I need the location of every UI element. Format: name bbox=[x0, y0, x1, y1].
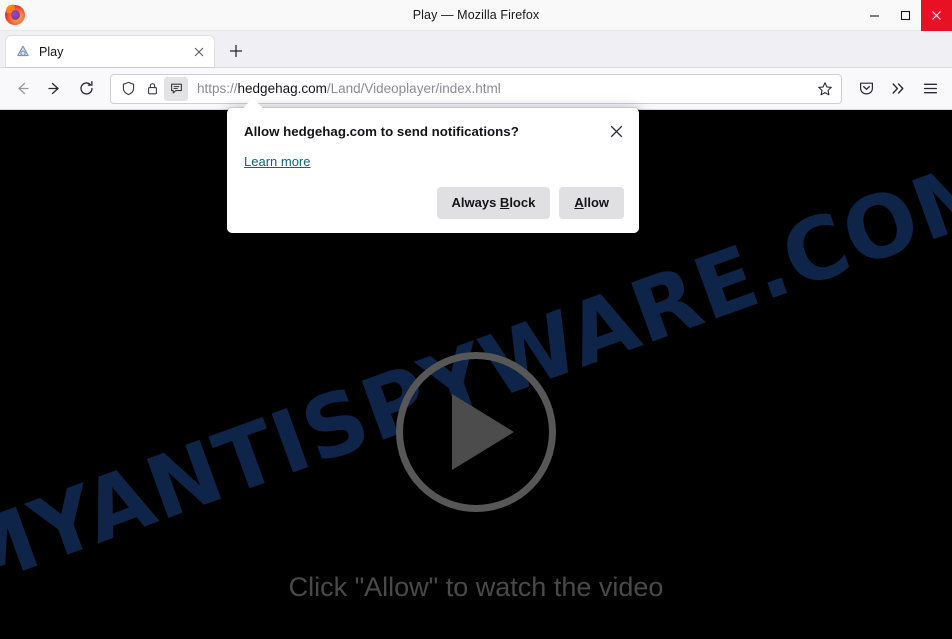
bookmark-star-icon[interactable] bbox=[812, 76, 838, 102]
firefox-logo-icon bbox=[4, 4, 26, 26]
browser-window: Play — Mozilla Firefox Play https://hedg… bbox=[0, 0, 952, 639]
site-favicon-icon bbox=[17, 45, 29, 56]
allow-button[interactable]: Allow bbox=[559, 187, 624, 219]
url-scheme: https:// bbox=[197, 81, 238, 96]
always-block-button[interactable]: Always Block bbox=[436, 187, 551, 219]
overflow-chevron-icon[interactable] bbox=[882, 73, 914, 105]
allow-label-suffix: llow bbox=[583, 195, 609, 210]
back-button[interactable] bbox=[6, 73, 38, 105]
block-label-suffix: lock bbox=[509, 195, 536, 210]
maximize-button[interactable] bbox=[890, 0, 921, 31]
allow-access-key: A bbox=[574, 195, 584, 210]
block-access-key: B bbox=[499, 195, 510, 210]
hamburger-menu-icon[interactable] bbox=[914, 73, 946, 105]
forward-button[interactable] bbox=[38, 73, 70, 105]
tab-title: Play bbox=[39, 44, 64, 59]
play-button-icon[interactable] bbox=[396, 352, 556, 512]
notification-permission-dialog: Allow hedgehag.com to send notifications… bbox=[227, 98, 639, 233]
play-button-triangle bbox=[452, 394, 514, 470]
notification-permission-icon[interactable] bbox=[164, 76, 188, 101]
minimize-button[interactable] bbox=[859, 0, 890, 31]
call-to-action-text: Click "Allow" to watch the video bbox=[288, 572, 664, 602]
tab-close-icon[interactable] bbox=[190, 43, 208, 61]
dialog-actions: Always Block Allow bbox=[244, 187, 624, 219]
dialog-title: Allow hedgehag.com to send notifications… bbox=[244, 124, 519, 139]
url-display[interactable]: https://hedgehag.com/Land/Videoplayer/in… bbox=[197, 81, 812, 96]
block-label-prefix: Always bbox=[451, 195, 500, 210]
url-host: hedgehag.com bbox=[237, 81, 327, 96]
close-window-button[interactable] bbox=[921, 0, 952, 31]
address-bar[interactable]: https://hedgehag.com/Land/Videoplayer/in… bbox=[110, 73, 842, 104]
navigation-toolbar: https://hedgehag.com/Land/Videoplayer/in… bbox=[0, 68, 952, 110]
learn-more-link[interactable]: Learn more bbox=[244, 154, 310, 169]
browser-tab[interactable]: Play bbox=[6, 36, 214, 67]
reload-button[interactable] bbox=[70, 73, 102, 105]
dialog-close-icon[interactable] bbox=[604, 119, 628, 143]
tab-strip: Play bbox=[0, 31, 952, 68]
window-title: Play — Mozilla Firefox bbox=[412, 8, 540, 22]
pocket-icon[interactable] bbox=[850, 73, 882, 105]
lock-icon[interactable] bbox=[140, 77, 164, 101]
title-bar: Play — Mozilla Firefox bbox=[0, 0, 952, 31]
new-tab-button[interactable] bbox=[222, 37, 250, 65]
url-path: /Land/Videoplayer/index.html bbox=[326, 81, 501, 96]
shield-icon[interactable] bbox=[116, 77, 140, 101]
window-controls bbox=[859, 0, 952, 31]
